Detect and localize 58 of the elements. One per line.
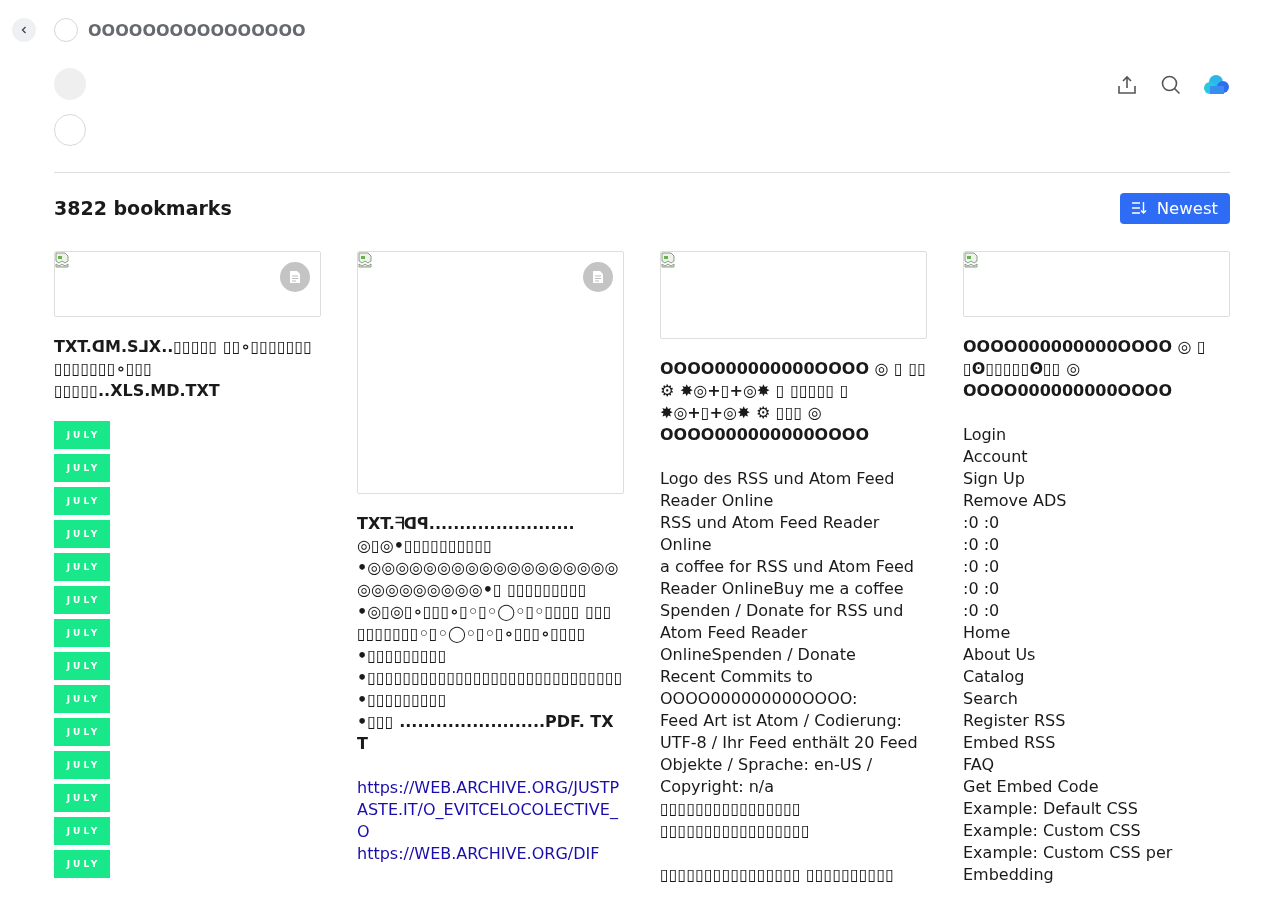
document-icon [583,262,613,292]
sort-icon [1130,201,1147,215]
bookmark-title[interactable]: ▯▯▯▯▯▯▯◦▯◦◯◦▯◦▯∘▯▯▯∘▯▯▯▯ [357,623,624,645]
text-line: :0 :0 [963,556,1001,578]
thumbnail-frame[interactable] [963,251,1230,317]
page-title: OOOOOOOOOOOOOOOO [88,20,306,40]
bookmark-title[interactable]: TXT.ᗡM.S⅃X..▯▯▯▯▯ ▯▯∘▯▯▯▯▯▯▯ ▯▯▯▯▯▯▯∘▯▯▯ ▯▯▯▯▯..XLS.MD.TXT [54,336,321,402]
text-line: Recent Commits to OOOO000000000OOOO: [660,666,859,710]
thumbnail-frame[interactable] [54,251,321,317]
text-line: :0 :0 [963,600,1001,622]
text-line: Register RSS [963,710,1067,732]
bookmark-count: 3822 bookmarks [54,197,232,219]
text-line: Logo des RSS und Atom Feed Reader Online [660,468,896,512]
sort-button[interactable]: Newest [1119,192,1230,224]
broken-image-icon [964,252,978,268]
text-line: FAQ [963,754,995,776]
text-line: ▯▯▯▯▯▯▯▯▯▯▯▯▯▯▯▯ ▯▯▯▯▯▯▯▯▯▯▯▯▯▯▯▯▯ [660,798,811,842]
text-line: Feed Art ist Atom / Codierung: UTF-8 / Ihr Feed enthält 20 Feed Objekte / Sprache: en-US / Copyright: n/a [660,710,919,798]
document-icon [280,262,310,292]
text-line: Embed RSS [963,732,1057,754]
text-line: Catalog [963,666,1026,688]
broken-image-icon [661,252,675,268]
cloud-logo[interactable] [1204,74,1230,96]
broken-image-icon [55,252,69,268]
bookmark-title[interactable]: •▯▯▯▯▯▯▯▯▯▯▯▯▯▯▯▯▯▯▯▯▯▯▯▯▯▯▯▯▯•▯▯▯▯▯▯▯▯▯ [357,667,624,711]
text-line: Account [963,446,1029,468]
chevron-left-icon [19,25,29,35]
share-icon[interactable] [1116,74,1138,96]
thumbnail-frame[interactable] [660,251,927,339]
text-line: Example: Default CSS [963,798,1139,820]
text-line: :0 :0 [963,534,1001,556]
thumbnail-frame[interactable] [357,251,624,494]
bookmark-title[interactable]: OOOO000000000OOOO ◎ ▯ ▯▯ ⚙ ✸◎+▯+◎✸ ▯ ▯▯▯▯▯ ▯ ✸◎+▯+◎✸ ⚙ ▯▯▯ ◎ OOOO000000000OOOO [660,358,927,446]
text-line: Search [963,688,1019,710]
search-icon[interactable] [1160,74,1182,96]
text-line: Example: Custom CSS per Embedding [963,842,1174,886]
back-button[interactable] [12,18,36,42]
bookmark-title[interactable]: •▯▯▯▯▯▯▯▯▯ [357,645,624,667]
text-line: About Us [963,644,1037,666]
bookmark-title[interactable]: TXT.ᖷᗡꟼ........................ [357,513,624,535]
text-line: :0 :0 [963,578,1001,600]
bookmark-title[interactable]: ◎▯◎•▯▯▯▯▯▯▯▯▯▯ [357,535,624,557]
text-line: Login [963,424,1008,446]
text-line: Home [963,622,1012,644]
text-line: Example: Custom CSS [963,820,1142,842]
text-line: Spenden / Donate for RSS und Atom Feed Reader OnlineSpenden / Donate [660,600,905,666]
broken-image-icon [358,252,372,268]
bookmark-title[interactable]: •▯▯▯ ........................PDF. TXT [357,711,624,755]
bookmark-title[interactable]: OOOO000000000OOOO ◎ ▯ ▯ʘ▯▯▯▯▯ʘ▯▯ ◎ OOOO000000000OOOO [963,336,1230,402]
text-line: Get Embed Code [963,776,1100,798]
text-line: a coffee for RSS und Atom Feed Reader OnlineBuy me a coffee [660,556,915,600]
text-line: ▯▯▯▯▯▯▯▯▯▯▯▯▯▯▯▯ ▯▯▯▯▯▯▯▯▯▯ [660,864,895,886]
bookmark-title[interactable]: •◎▯◎▯∘▯▯▯∘▯◦▯◦◯◦▯◦▯▯▯▯ ▯▯▯ [357,601,624,623]
text-line: Remove ADS [963,490,1068,512]
link[interactable]: https://WEB.ARCHIVE.ORG/DIF [357,843,624,865]
text-line: Sign Up [963,468,1026,490]
text-line: :0 :0 [963,512,1001,534]
bookmark-title[interactable]: •◎◎◎◎◎◎◎◎◎◎◎◎◎◎◎◎◎◎◎◎◎◎◎◎◎◎◎•▯ ▯▯▯▯▯▯▯▯▯ [357,557,624,601]
